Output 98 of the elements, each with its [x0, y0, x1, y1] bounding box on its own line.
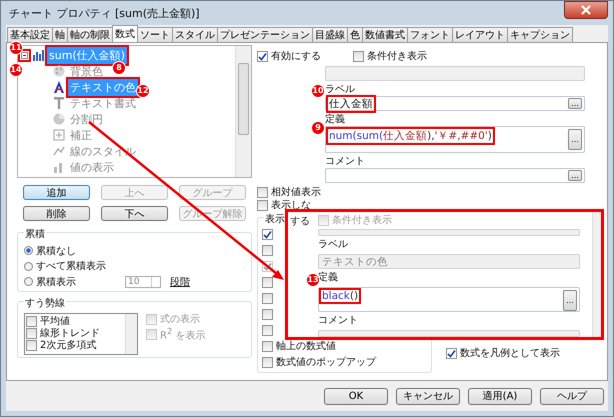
- checkbox[interactable]: [26, 328, 37, 338]
- ellipsis-button[interactable]: ...: [568, 170, 582, 181]
- checkbox[interactable]: [257, 50, 268, 62]
- expander-icon[interactable]: [20, 50, 29, 60]
- checkbox[interactable]: [26, 340, 37, 350]
- scrollbar[interactable]: [592, 212, 601, 337]
- tab[interactable]: スタイル: [172, 27, 218, 42]
- checkbox-label: 線形トレンド: [40, 327, 100, 340]
- checkbox[interactable]: [262, 340, 273, 352]
- tab[interactable]: 数式: [112, 25, 138, 42]
- field-value: 仕入金額: [328, 96, 374, 110]
- ellipsis-button[interactable]: ...: [568, 98, 582, 109]
- tree-item[interactable]: 補正: [68, 126, 94, 144]
- checkbox-label: 有効にする: [271, 50, 321, 63]
- field-label: ラベル: [318, 239, 349, 251]
- checkbox-label: 数式値のポップアップ: [276, 356, 376, 369]
- checkbox[interactable]: [257, 200, 268, 210]
- checkbox-label: 平均値: [40, 315, 70, 328]
- list-button[interactable]: 追加: [23, 185, 90, 200]
- group-title: 累積: [24, 227, 46, 241]
- comment-field[interactable]: [318, 330, 580, 337]
- field-label: コメント: [325, 156, 366, 168]
- condition-field[interactable]: [325, 66, 585, 81]
- comment-field[interactable]: ...: [325, 168, 585, 183]
- checkbox-label: 数式を凡例として表示: [460, 346, 560, 360]
- definition-field[interactable]: black() ...: [318, 287, 580, 312]
- checkbox-label: 2次元多項式: [40, 338, 96, 352]
- radio-label: 累積なし: [36, 244, 76, 258]
- tab[interactable]: 軸: [52, 27, 68, 42]
- tab[interactable]: レイアウト: [452, 27, 508, 42]
- checkbox[interactable]: [262, 308, 273, 320]
- list-button[interactable]: 削除: [23, 206, 90, 221]
- text-format-icon: [53, 97, 65, 109]
- checkbox[interactable]: [262, 244, 273, 256]
- tree-item[interactable]: テキスト書式: [68, 94, 138, 112]
- close-icon: [580, 5, 592, 15]
- tab[interactable]: フォント: [407, 27, 453, 42]
- radio-button[interactable]: [24, 277, 33, 286]
- steps-label: 段階: [170, 276, 190, 288]
- tab[interactable]: プレゼンテーション: [217, 27, 313, 42]
- checkbox-label: 式の表示: [160, 312, 200, 326]
- wrapped-text: する: [289, 215, 310, 228]
- radio-button[interactable]: [24, 246, 33, 255]
- radio-label: すべて累積表示: [36, 260, 106, 273]
- field-value: テキストの色: [321, 254, 389, 268]
- checkbox[interactable]: [262, 276, 273, 288]
- radio-label: 累積表示: [36, 276, 76, 288]
- bar-chart-icon: [32, 50, 44, 60]
- window-title: チャート プロパティ [sum(売上金額)]: [8, 6, 200, 20]
- checkbox[interactable]: [446, 348, 457, 358]
- pie-chart-icon: [53, 113, 65, 125]
- tab[interactable]: 軸の制限: [67, 27, 113, 42]
- tree-item[interactable]: 背景色: [68, 62, 105, 80]
- checkbox[interactable]: [262, 356, 273, 368]
- tab[interactable]: 色: [347, 27, 363, 42]
- text-color-icon: [53, 81, 65, 93]
- dialog-button[interactable]: OK: [324, 388, 388, 404]
- checkbox[interactable]: [26, 316, 37, 326]
- label-field[interactable]: 仕入金額 ...: [325, 96, 585, 111]
- palette-icon: [53, 65, 65, 77]
- group-title: 表示: [264, 212, 286, 226]
- dialog-button[interactable]: キャンセル: [396, 388, 460, 404]
- group-title: すう勢線: [24, 296, 66, 310]
- formula-text: black(): [321, 290, 360, 302]
- line-style-icon: [53, 145, 65, 157]
- checkbox[interactable]: [262, 228, 273, 240]
- condition-field[interactable]: [318, 229, 580, 236]
- formula-text: num(sum(仕入金額),'￥#,##0'): [328, 129, 493, 143]
- scrollbar[interactable]: [125, 314, 137, 354]
- checkbox-label: 相対値表示: [271, 186, 321, 199]
- tab[interactable]: ソート: [137, 27, 173, 42]
- checkbox[interactable]: [262, 292, 273, 304]
- checkbox-label: 軸上の数式値: [276, 340, 336, 353]
- value-icon: [53, 161, 65, 173]
- dialog-button[interactable]: ヘルプ: [540, 388, 604, 404]
- dialog-button[interactable]: 適用(A): [468, 388, 532, 404]
- tab[interactable]: 目盛線: [312, 27, 348, 42]
- definition-field[interactable]: num(sum(仕入金額),'￥#,##0') ...: [325, 126, 585, 153]
- field-label: 定義: [325, 114, 346, 126]
- checkbox[interactable]: [257, 186, 268, 198]
- checkbox[interactable]: [262, 324, 273, 336]
- checkbox[interactable]: [353, 50, 364, 62]
- tab[interactable]: 基本設定: [7, 27, 53, 42]
- list-button[interactable]: 下へ: [101, 206, 168, 221]
- adjust-icon: [53, 129, 65, 141]
- checkbox-label: 条件付き表示: [332, 214, 392, 227]
- field-label: ラベル: [325, 84, 356, 96]
- radio-button[interactable]: [24, 262, 33, 270]
- tab[interactable]: 数値書式: [362, 27, 408, 42]
- ellipsis-button[interactable]: ...: [568, 129, 582, 150]
- field-label: コメント: [318, 315, 359, 327]
- ellipsis-button[interactable]: ...: [563, 290, 577, 311]
- tab[interactable]: キャプション: [507, 27, 573, 42]
- scrollbar[interactable]: [235, 46, 251, 177]
- checkbox-label: 条件付き表示: [367, 50, 427, 63]
- close-button[interactable]: [564, 1, 608, 19]
- tree-item[interactable]: 値の表示: [68, 158, 116, 176]
- checkbox-label: R$^{2}$ を表示: [160, 326, 206, 342]
